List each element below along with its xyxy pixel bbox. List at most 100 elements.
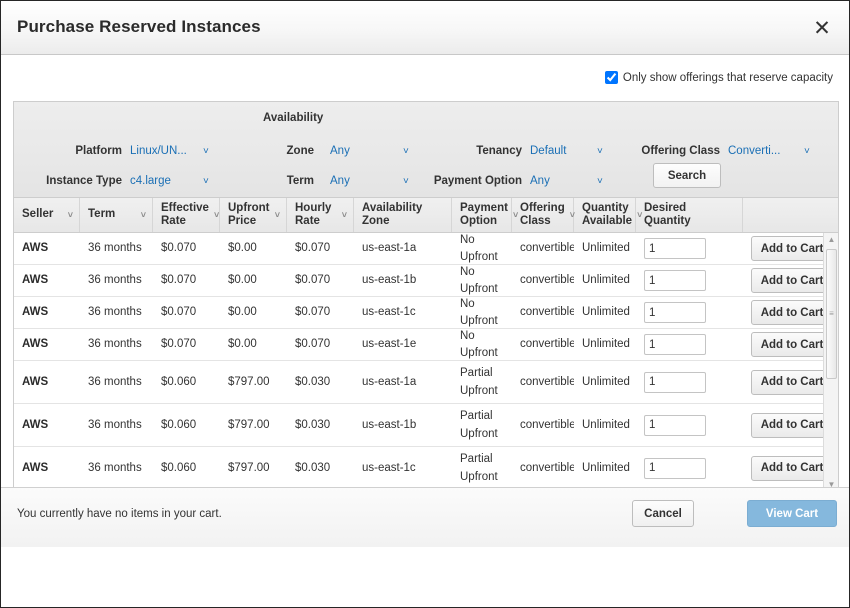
cell-desired-quantity: [636, 270, 743, 291]
cell-actions: Add to Cart: [743, 413, 832, 438]
table-header-row: Seller˅Term˅Effective Rate˅Upfront Price…: [14, 198, 838, 233]
add-to-cart-button[interactable]: Add to Cart: [751, 268, 832, 293]
cell-actions: Add to Cart: [743, 332, 832, 357]
cell-upfront-price: $797.00: [220, 374, 287, 391]
cell-quantity-available: Unlimited: [574, 374, 636, 391]
cell-actions: Add to Cart: [743, 456, 832, 481]
table-row: AWS36 months$0.070$0.00$0.070us-east-1eN…: [14, 329, 838, 361]
add-to-cart-button[interactable]: Add to Cart: [751, 300, 832, 325]
column-header-seller[interactable]: Seller˅: [14, 198, 80, 232]
cell-offering-class: convertible: [512, 240, 574, 257]
desired-quantity-input[interactable]: [644, 458, 706, 479]
cell-term: 36 months: [80, 374, 153, 391]
desired-quantity-input[interactable]: [644, 302, 706, 323]
cell-upfront-price: $0.00: [220, 272, 287, 289]
table-vertical-scrollbar[interactable]: ▲ ≡ ▼: [823, 233, 838, 492]
filter-value-term[interactable]: Any: [330, 175, 350, 187]
cell-offering-class: convertible: [512, 304, 574, 321]
table-row: AWS36 months$0.070$0.00$0.070us-east-1cN…: [14, 297, 838, 329]
chevron-down-icon-platform[interactable]: ˅: [203, 147, 209, 157]
chevron-down-icon-payment-option[interactable]: ˅: [597, 177, 603, 187]
cell-payment-option: No Upfront: [452, 296, 512, 329]
filter-label-offering-class: Offering Class: [622, 145, 720, 157]
cell-hourly-rate: $0.030: [287, 417, 354, 434]
add-to-cart-button[interactable]: Add to Cart: [751, 370, 832, 395]
column-header-hourly-rate[interactable]: Hourly Rate˅: [287, 198, 354, 232]
cell-upfront-price: $797.00: [220, 417, 287, 434]
desired-quantity-input[interactable]: [644, 415, 706, 436]
column-header-upfront-price[interactable]: Upfront Price ˅: [220, 198, 287, 232]
add-to-cart-button[interactable]: Add to Cart: [751, 236, 832, 261]
filter-label-instance-type: Instance Type: [32, 175, 122, 187]
cell-hourly-rate: $0.070: [287, 272, 354, 289]
cell-upfront-price: $0.00: [220, 304, 287, 321]
dialog-body: Only show offerings that reserve capacit…: [1, 55, 849, 547]
cell-zone: us-east-1b: [354, 417, 452, 434]
filter-label-zone: Zone: [262, 145, 314, 157]
column-header-quantity-available[interactable]: Quantity Available˅: [574, 198, 636, 232]
cell-upfront-price: $0.00: [220, 240, 287, 257]
desired-quantity-input[interactable]: [644, 334, 706, 355]
column-header-label: Effective Rate: [161, 202, 209, 228]
chevron-down-icon-zone[interactable]: ˅: [403, 147, 409, 157]
table-row: AWS36 months$0.070$0.00$0.070us-east-1aN…: [14, 233, 838, 265]
cell-effective-rate: $0.070: [153, 336, 220, 353]
cell-hourly-rate: $0.030: [287, 374, 354, 391]
cancel-button[interactable]: Cancel: [632, 500, 694, 527]
cell-hourly-rate: $0.070: [287, 304, 354, 321]
cell-offering-class: convertible: [512, 460, 574, 477]
search-button[interactable]: Search: [653, 163, 721, 188]
close-icon[interactable]: ✕: [807, 13, 837, 43]
filter-label-payment-option: Payment Option: [420, 175, 522, 187]
chevron-down-icon-term[interactable]: ˅: [403, 177, 409, 187]
filter-value-payment-option[interactable]: Any: [530, 175, 550, 187]
add-to-cart-button[interactable]: Add to Cart: [751, 456, 832, 481]
filter-value-platform[interactable]: Linux/UN...: [130, 145, 187, 157]
cell-term: 36 months: [80, 460, 153, 477]
cell-term: 36 months: [80, 304, 153, 321]
view-cart-button[interactable]: View Cart: [747, 500, 837, 527]
chevron-down-icon-offering-class[interactable]: ˅: [804, 147, 810, 157]
cell-actions: Add to Cart: [743, 236, 832, 261]
scrollbar-grip-icon: ≡: [827, 310, 836, 318]
cell-quantity-available: Unlimited: [574, 460, 636, 477]
chevron-down-icon-tenancy[interactable]: ˅: [597, 147, 603, 157]
cell-seller: AWS: [14, 417, 80, 434]
column-header-offering-class[interactable]: Offering Class˅: [512, 198, 574, 232]
cell-quantity-available: Unlimited: [574, 272, 636, 289]
cell-actions: Add to Cart: [743, 370, 832, 395]
filter-value-offering-class[interactable]: Converti...: [728, 145, 780, 157]
add-to-cart-button[interactable]: Add to Cart: [751, 332, 832, 357]
dialog-titlebar: Purchase Reserved Instances ✕: [1, 1, 849, 55]
desired-quantity-input[interactable]: [644, 238, 706, 259]
column-header-label: Upfront Price: [228, 202, 270, 228]
add-to-cart-button[interactable]: Add to Cart: [751, 413, 832, 438]
sort-caret-icon[interactable]: ˅: [275, 211, 280, 220]
table-row: AWS36 months$0.060$797.00$0.030us-east-1…: [14, 361, 838, 404]
sort-caret-icon[interactable]: ˅: [342, 211, 347, 220]
column-header-term[interactable]: Term˅: [80, 198, 153, 232]
filter-value-zone[interactable]: Any: [330, 145, 350, 157]
cell-desired-quantity: [636, 334, 743, 355]
cell-zone: us-east-1c: [354, 460, 452, 477]
availability-group-label: Availability: [263, 112, 323, 124]
filter-value-instance-type[interactable]: c4.large: [130, 175, 171, 187]
cell-hourly-rate: $0.070: [287, 240, 354, 257]
scrollbar-thumb[interactable]: ≡: [826, 249, 837, 379]
cell-payment-option: No Upfront: [452, 328, 512, 361]
filter-value-tenancy[interactable]: Default: [530, 145, 566, 157]
sort-caret-icon[interactable]: ˅: [141, 211, 146, 220]
sort-caret-icon[interactable]: ˅: [214, 211, 219, 220]
cell-offering-class: convertible: [512, 417, 574, 434]
column-header-payment-option[interactable]: Payment Option˅: [452, 198, 512, 232]
cell-effective-rate: $0.070: [153, 240, 220, 257]
desired-quantity-input[interactable]: [644, 270, 706, 291]
cell-payment-option: Partial Upfront: [452, 407, 512, 444]
reserve-capacity-checkbox[interactable]: [605, 71, 618, 84]
chevron-down-icon-instance-type[interactable]: ˅: [203, 177, 209, 187]
sort-caret-icon[interactable]: ˅: [68, 211, 73, 220]
column-header-effective-rate[interactable]: Effective Rate ˅: [153, 198, 220, 232]
desired-quantity-input[interactable]: [644, 372, 706, 393]
cell-quantity-available: Unlimited: [574, 417, 636, 434]
scroll-up-icon[interactable]: ▲: [824, 233, 839, 247]
